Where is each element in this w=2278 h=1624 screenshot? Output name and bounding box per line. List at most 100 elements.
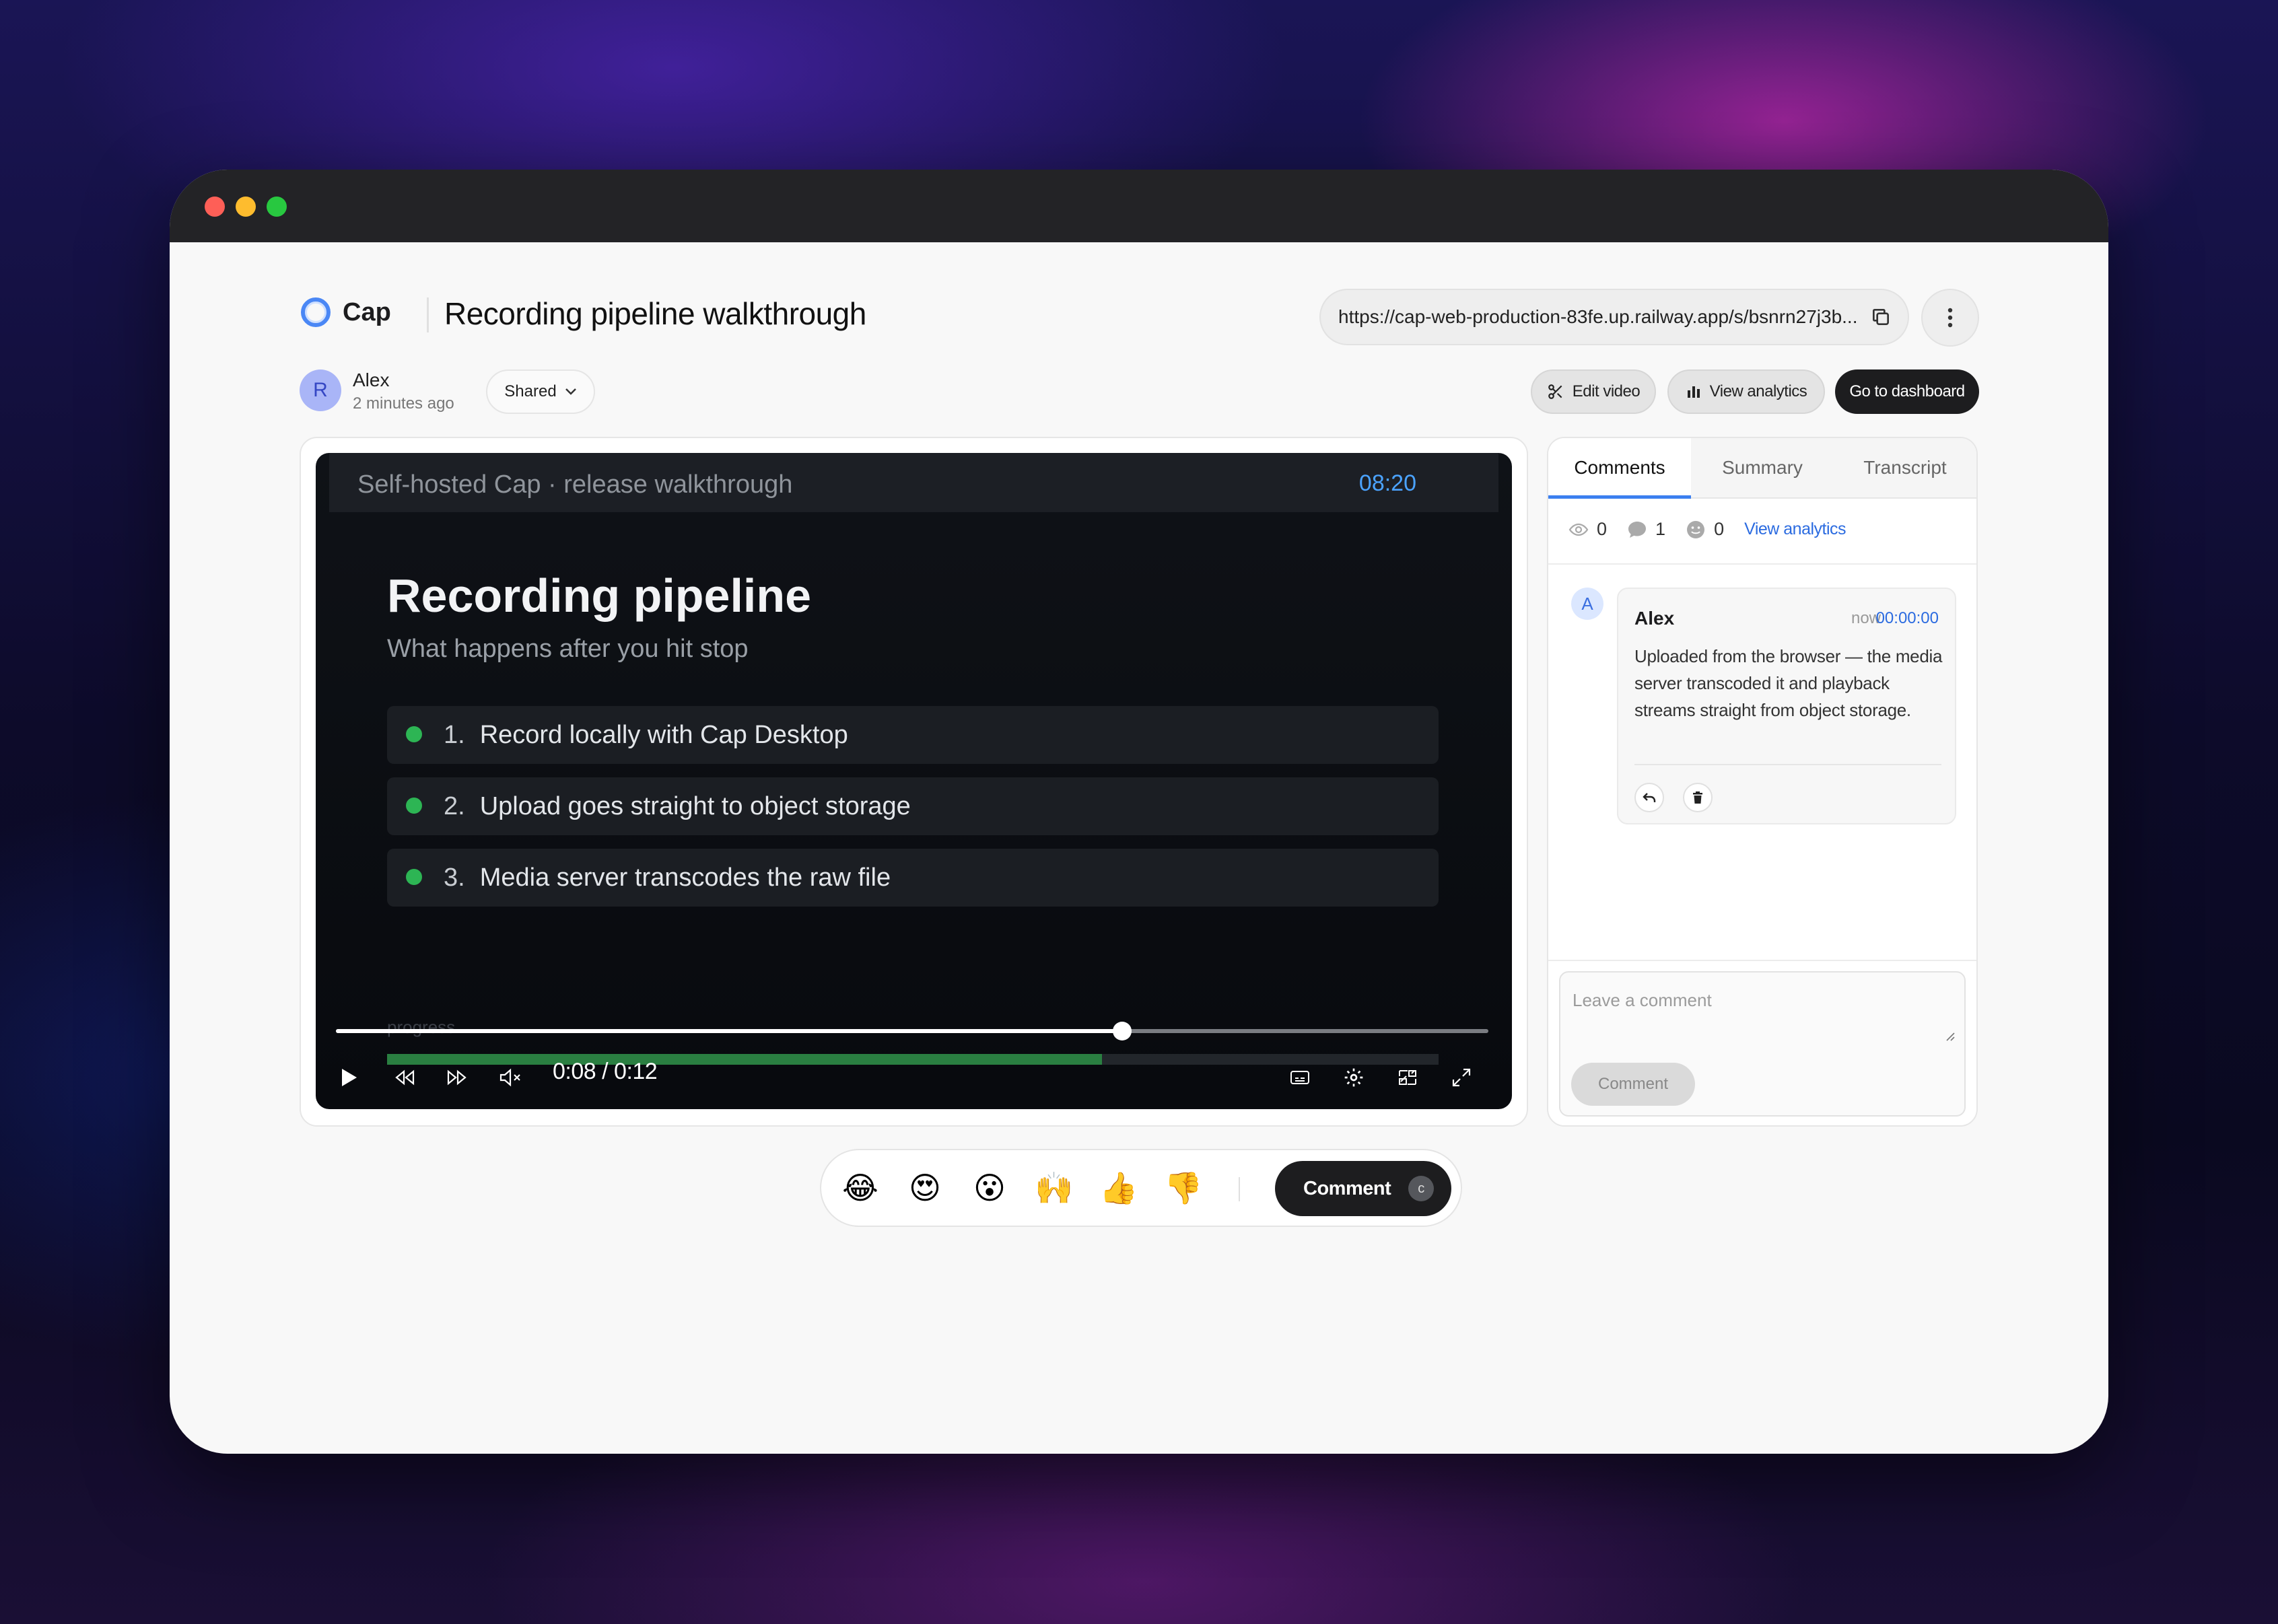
view-analytics-link[interactable]: View analytics [1744, 520, 1846, 539]
comment-shortcut-key: c [1408, 1176, 1434, 1201]
close-window-button[interactable] [205, 197, 225, 217]
page-title[interactable]: Recording pipeline walkthrough [444, 295, 866, 332]
time-readout: 0:08 / 0:12 [553, 1059, 658, 1085]
fullscreen-button[interactable] [1443, 1059, 1480, 1096]
bar-chart-icon [1687, 386, 1700, 398]
reaction-thumbs-down[interactable]: 👎 [1162, 1166, 1205, 1209]
reply-button[interactable] [1634, 783, 1664, 812]
maximize-window-button[interactable] [267, 197, 287, 217]
comment-divider [1634, 764, 1941, 765]
tab-summary[interactable]: Summary [1691, 438, 1834, 497]
visibility-label: Shared [504, 382, 557, 400]
minimize-window-button[interactable] [236, 197, 256, 217]
scrubber-played [336, 1029, 1122, 1033]
slide-title: Recording pipeline [387, 569, 812, 622]
scrubber-handle[interactable] [1112, 1022, 1132, 1040]
step-number: 2. [444, 791, 465, 820]
go-to-dashboard-button[interactable]: Go to dashboard [1835, 369, 1979, 414]
more-vertical-icon [1947, 308, 1953, 328]
edit-video-button[interactable]: Edit video [1531, 369, 1656, 414]
slide-topbar: Self-hosted Cap · release walkthrough 08… [329, 453, 1498, 512]
slide-topbar-title: Self-hosted Cap · release walkthrough [357, 470, 793, 499]
delete-comment-button[interactable] [1683, 783, 1713, 812]
playback-scrubber[interactable] [336, 1022, 1488, 1040]
rewind-icon [395, 1069, 415, 1086]
visibility-dropdown[interactable]: Shared [486, 369, 595, 414]
comments-stat: 1 [1627, 519, 1665, 540]
fast-forward-icon [447, 1069, 467, 1086]
smiley-icon [1687, 520, 1705, 538]
engagement-stats: 0 1 0 View analytics [1568, 519, 1846, 540]
copy-icon[interactable] [1870, 306, 1892, 328]
compose-divider [1548, 960, 1976, 961]
reaction-surprised[interactable]: 😮 [968, 1166, 1011, 1209]
picture-in-picture-button[interactable] [1389, 1059, 1426, 1096]
comment-timestamp-link[interactable]: 00:00:00 [1876, 609, 1939, 628]
reaction-laugh[interactable]: 😂 [839, 1166, 882, 1209]
submit-comment-button[interactable]: Comment [1571, 1063, 1695, 1106]
play-button[interactable] [331, 1059, 368, 1096]
views-count: 0 [1597, 519, 1608, 539]
cap-logo-icon [301, 297, 331, 327]
share-url-text: https://cap-web-production-83fe.up.railw… [1338, 306, 1857, 327]
comments-count: 1 [1655, 519, 1666, 539]
reaction-raised-hands[interactable]: 🙌 [1033, 1166, 1076, 1209]
tab-transcript[interactable]: Transcript [1834, 438, 1976, 497]
header-divider [427, 297, 429, 332]
reactions-stat: 0 [1686, 519, 1724, 540]
reaction-divider [1239, 1177, 1240, 1201]
slide-step: 1. Record locally with Cap Desktop [387, 706, 1439, 764]
author-time: 2 minutes ago [353, 394, 454, 413]
captions-button[interactable] [1281, 1059, 1319, 1096]
slide-subtitle: What happens after you hit stop [387, 635, 749, 663]
cap-logo[interactable]: Cap [301, 297, 391, 327]
more-options-button[interactable] [1921, 289, 1979, 347]
reaction-bar: 😂 😍 😮 🙌 👍 👎 Comment c [820, 1149, 1462, 1227]
comment-button[interactable]: Comment c [1275, 1161, 1451, 1216]
slide-step: 2. Upload goes straight to object storag… [387, 777, 1439, 835]
gear-icon [1344, 1068, 1363, 1087]
comment-body: Uploaded from the browser — the media se… [1634, 646, 1943, 720]
side-panel-tabs: Comments Summary Transcript [1548, 438, 1976, 499]
reactions-count: 0 [1714, 519, 1725, 539]
view-analytics-button[interactable]: View analytics [1667, 369, 1825, 414]
comment-input[interactable] [1560, 973, 1964, 1047]
settings-button[interactable] [1335, 1059, 1373, 1096]
video-card: Self-hosted Cap · release walkthrough 08… [300, 437, 1528, 1127]
video-player[interactable]: Self-hosted Cap · release walkthrough 08… [316, 453, 1512, 1109]
window-titlebar [170, 170, 2108, 242]
eye-icon [1568, 523, 1589, 536]
comment-author: Alex [1634, 608, 1675, 629]
chat-bubble-icon [1628, 521, 1647, 538]
slide-step: 3. Media server transcodes the raw file [387, 849, 1439, 907]
volume-muted-icon [499, 1068, 520, 1087]
share-url-field[interactable]: https://cap-web-production-83fe.up.railw… [1319, 289, 1909, 345]
comment-button-label: Comment [1303, 1177, 1391, 1199]
resize-grip-icon[interactable] [1944, 1030, 1955, 1041]
current-time: 0:08 [553, 1059, 596, 1084]
cap-logo-text: Cap [343, 297, 391, 326]
step-number: 1. [444, 720, 465, 749]
step-bullet [406, 726, 422, 742]
fast-forward-button[interactable] [438, 1059, 476, 1096]
browser-window: Cap Recording pipeline walkthrough https… [170, 170, 2108, 1454]
slide-progress-label: progress [387, 1017, 456, 1037]
captions-icon [1290, 1071, 1309, 1084]
view-analytics-label: View analytics [1709, 382, 1807, 400]
go-to-dashboard-label: Go to dashboard [1849, 382, 1965, 400]
rewind-button[interactable] [386, 1059, 423, 1096]
views-stat: 0 [1568, 519, 1607, 540]
play-icon [342, 1069, 357, 1086]
reaction-heart-eyes[interactable]: 😍 [903, 1166, 946, 1209]
mute-button[interactable] [492, 1059, 530, 1096]
step-bullet [406, 869, 422, 885]
scissors-icon [1548, 384, 1562, 399]
time-separator: / [596, 1059, 615, 1084]
tab-comments[interactable]: Comments [1548, 438, 1691, 499]
comment-avatar: A [1571, 588, 1603, 620]
chevron-down-icon [565, 388, 576, 395]
picture-in-picture-icon [1399, 1070, 1416, 1085]
reaction-thumbs-up[interactable]: 👍 [1097, 1166, 1140, 1209]
reply-icon [1643, 793, 1656, 802]
step-bullet [406, 798, 422, 814]
